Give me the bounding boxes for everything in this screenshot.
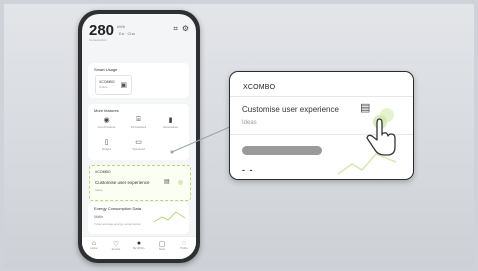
zoom-callout: XCOMBO Customise user experience Ideas ▤… <box>229 71 414 180</box>
callout-title: XCOMBO <box>243 84 276 91</box>
callout-customise-label: Customise user experience <box>242 105 339 114</box>
document-icon[interactable]: ▤ <box>360 101 370 114</box>
callout-ideas-label: Ideas <box>242 120 257 126</box>
placeholder-bar <box>242 146 322 155</box>
tap-hand-icon <box>366 115 396 156</box>
callout-dash: - - <box>242 165 254 175</box>
divider <box>230 96 413 97</box>
